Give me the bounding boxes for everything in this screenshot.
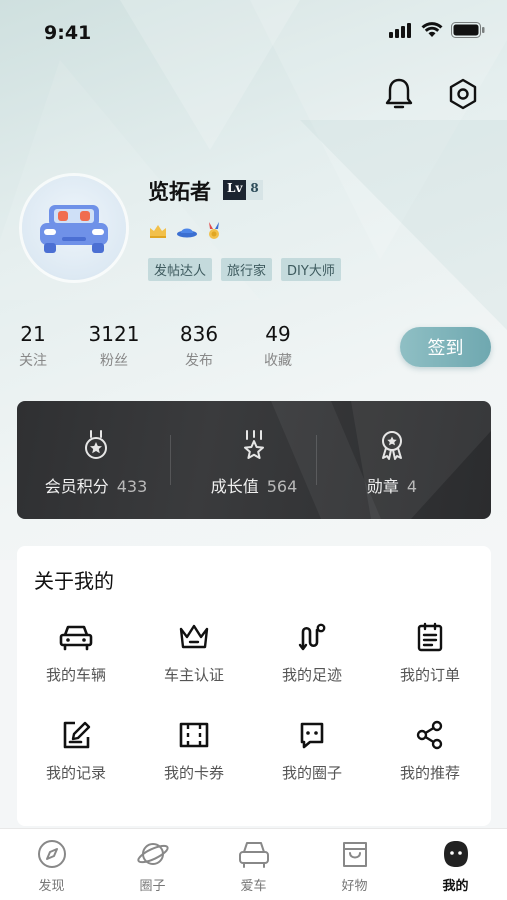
wifi-icon xyxy=(421,22,443,37)
signal-icon xyxy=(389,23,411,38)
about-me-card: 关于我的 我的车辆 车主认证 我的足迹 我的订单 我的记录 我的卡券 我的圈子 … xyxy=(17,546,491,826)
stat-followers[interactable]: 3121 粉丝 xyxy=(88,322,140,370)
member-points-value: 433 xyxy=(116,477,148,496)
grid-item-my-vehicle[interactable]: 我的车辆 xyxy=(17,620,135,685)
member-badges-label: 勋章 xyxy=(366,477,399,496)
member-growth-value: 564 xyxy=(266,477,298,496)
medal-row xyxy=(148,222,222,240)
grid-item-my-coupons[interactable]: 我的卡券 xyxy=(135,718,253,783)
level-prefix: Lv xyxy=(223,180,247,200)
grid-label: 我的订单 xyxy=(399,666,460,684)
tab-label: 爱车 xyxy=(240,879,267,894)
grid-item-my-recommendations[interactable]: 我的推荐 xyxy=(371,718,489,783)
settings-hexagon-icon xyxy=(449,78,477,110)
status-time: 9:41 xyxy=(44,22,92,44)
battery-icon xyxy=(451,22,485,38)
user-tag: DIY大师 xyxy=(281,258,341,281)
award-ribbon-icon xyxy=(382,431,402,460)
shopping-bag-icon xyxy=(342,842,367,867)
user-tags: 发帖达人 旅行家 DIY大师 xyxy=(148,258,341,281)
status-bar: 9:41 xyxy=(0,0,507,60)
tab-discover[interactable]: 发现 xyxy=(1,837,102,894)
tab-circles[interactable]: 圈子 xyxy=(102,837,203,894)
checkin-button[interactable]: 签到 xyxy=(400,327,491,367)
member-growth-label: 成长值 xyxy=(210,477,259,496)
grid-item-my-orders[interactable]: 我的订单 xyxy=(371,620,489,685)
grid-label: 车主认证 xyxy=(163,666,224,684)
route-icon xyxy=(298,623,326,651)
grid-label: 我的卡券 xyxy=(163,764,224,782)
tab-label: 我的 xyxy=(442,879,469,894)
user-tag: 发帖达人 xyxy=(148,258,213,281)
tab-me[interactable]: 我的 xyxy=(405,837,506,894)
level-number: 8 xyxy=(246,180,263,200)
edit-icon xyxy=(63,721,91,749)
stat-value: 49 xyxy=(265,322,291,346)
order-icon xyxy=(417,622,443,652)
stat-value: 836 xyxy=(179,322,219,346)
settings-button[interactable] xyxy=(443,74,483,114)
bottom-tab-bar: 发现 圈子 爱车 好物 我的 xyxy=(0,828,507,900)
member-growth[interactable]: 成长值 564 xyxy=(175,427,333,497)
car-avatar-icon xyxy=(40,205,108,253)
circle-chat-icon xyxy=(300,722,324,749)
member-badges-value: 4 xyxy=(406,477,418,496)
stat-label: 收藏 xyxy=(264,353,292,369)
stats-row: 21 关注 3121 粉丝 836 发布 49 收藏 xyxy=(0,322,320,374)
bell-icon xyxy=(385,78,413,109)
tab-my-car[interactable]: 爱车 xyxy=(203,837,304,894)
medal-star-icon xyxy=(85,430,107,459)
tab-label: 发现 xyxy=(38,879,65,894)
stat-label: 发布 xyxy=(185,353,213,369)
ribbon-medal-icon xyxy=(209,222,219,239)
stat-value: 21 xyxy=(20,322,46,346)
stat-label: 关注 xyxy=(19,353,47,369)
grid-label: 我的推荐 xyxy=(399,764,460,782)
grid-label: 我的圈子 xyxy=(281,764,342,782)
status-icons xyxy=(389,22,485,38)
member-card: 会员积分 433 成长值 564 勋章 4 xyxy=(17,401,491,519)
stat-favorites[interactable]: 49 收藏 xyxy=(256,322,300,370)
stat-value: 3121 xyxy=(88,322,140,346)
grid-item-owner-verification[interactable]: 车主认证 xyxy=(135,620,253,685)
stat-following[interactable]: 21 关注 xyxy=(12,322,54,370)
divider xyxy=(170,435,171,485)
ticket-icon xyxy=(179,722,209,748)
notification-button[interactable] xyxy=(379,74,419,114)
level-badge: Lv 8 xyxy=(223,180,263,200)
member-points[interactable]: 会员积分 433 xyxy=(17,427,175,497)
member-points-label: 会员积分 xyxy=(44,477,109,496)
tab-label: 好物 xyxy=(341,879,368,894)
stat-posts[interactable]: 836 发布 xyxy=(174,322,224,370)
grid-label: 我的记录 xyxy=(45,764,106,782)
crown-medal-icon xyxy=(150,225,166,238)
crown-icon xyxy=(179,624,209,649)
username: 览拓者 xyxy=(148,180,211,204)
compass-icon xyxy=(37,840,66,868)
share-icon xyxy=(416,720,443,750)
planet-icon xyxy=(136,843,169,865)
grid-item-my-footprints[interactable]: 我的足迹 xyxy=(253,620,371,685)
grid-label: 我的车辆 xyxy=(45,666,106,684)
about-title: 关于我的 xyxy=(34,569,114,593)
growth-star-icon xyxy=(244,430,264,459)
car-front-icon xyxy=(238,842,269,868)
grid-label: 我的足迹 xyxy=(281,666,342,684)
user-tag: 旅行家 xyxy=(221,258,273,281)
tab-label: 圈子 xyxy=(139,879,166,894)
car-icon xyxy=(59,625,93,651)
grid-item-my-records[interactable]: 我的记录 xyxy=(17,718,135,783)
tab-goods[interactable]: 好物 xyxy=(304,837,405,894)
profile-face-icon xyxy=(443,841,468,867)
avatar[interactable] xyxy=(22,176,126,280)
grid-item-my-circles[interactable]: 我的圈子 xyxy=(253,718,371,783)
member-badges[interactable]: 勋章 4 xyxy=(313,427,471,497)
hat-medal-icon xyxy=(177,228,197,238)
stat-label: 粉丝 xyxy=(100,353,128,369)
